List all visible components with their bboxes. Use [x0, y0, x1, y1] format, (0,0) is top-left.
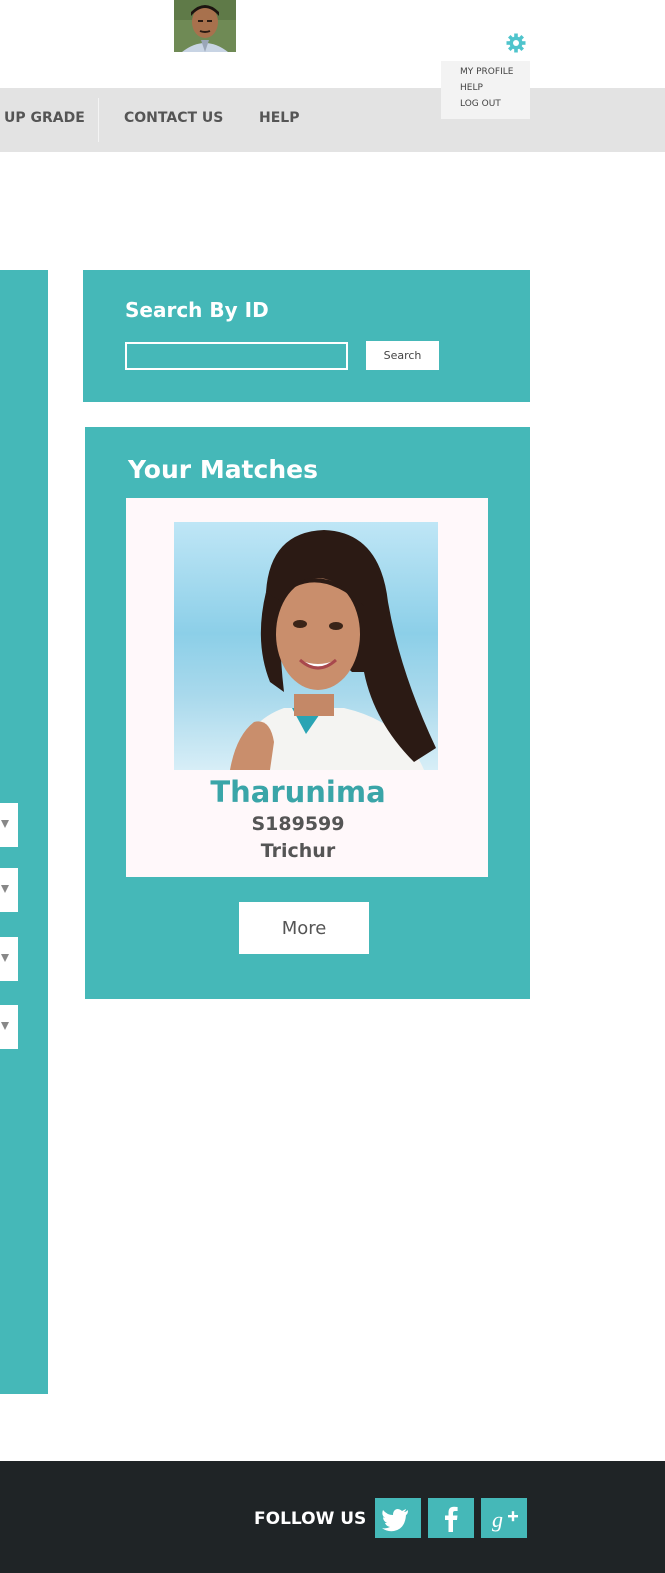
main-nav: UP GRADE CONTACT US HELP [0, 88, 665, 152]
search-button[interactable]: Search [366, 341, 439, 370]
match-city: Trichur [260, 840, 336, 862]
match-photo [174, 522, 438, 770]
nav-item-help[interactable]: HELP [259, 88, 299, 152]
facebook-button[interactable] [428, 1498, 474, 1538]
menu-item-help[interactable]: HELP [460, 83, 483, 93]
match-name: Tharunima [210, 775, 386, 809]
filter-select[interactable] [0, 803, 18, 847]
chevron-down-icon [1, 1022, 9, 1030]
menu-item-my-profile[interactable]: MY PROFILE [460, 67, 513, 77]
filter-select[interactable] [0, 1005, 18, 1049]
more-matches-button[interactable]: More [239, 902, 369, 954]
match-id: S189599 [251, 813, 345, 835]
your-matches-panel: Your Matches Tharunima S189599 Trichur M… [85, 427, 530, 999]
twitter-button[interactable] [375, 1498, 421, 1538]
chevron-down-icon [1, 820, 9, 828]
follow-us-label: FOLLOW US [254, 1509, 367, 1529]
filter-select[interactable] [0, 937, 18, 981]
svg-text:g: g [492, 1507, 503, 1532]
nav-item-upgrade[interactable]: UP GRADE [4, 88, 85, 152]
nav-item-contact-us[interactable]: CONTACT US [124, 88, 223, 152]
chevron-down-icon [1, 885, 9, 893]
user-avatar[interactable] [174, 0, 236, 52]
google-plus-button[interactable]: g [481, 1498, 527, 1538]
chevron-down-icon [1, 954, 9, 962]
twitter-icon [382, 1509, 408, 1532]
footer: FOLLOW US g [0, 1461, 665, 1573]
google-plus-icon: g [492, 1507, 518, 1532]
user-menu-dropdown: MY PROFILE HELP LOG OUT [441, 61, 530, 119]
match-card[interactable]: Tharunima S189599 Trichur [126, 498, 488, 877]
gear-icon[interactable] [506, 33, 526, 53]
facebook-icon [445, 1506, 458, 1532]
search-title: Search By ID [125, 298, 269, 322]
search-id-input[interactable] [125, 342, 348, 370]
search-by-id-panel: Search By ID Search [83, 270, 530, 402]
filter-select[interactable] [0, 868, 18, 912]
avatar-photo [174, 0, 236, 52]
matches-title: Your Matches [128, 455, 318, 484]
nav-divider [98, 98, 99, 142]
menu-item-log-out[interactable]: LOG OUT [460, 99, 501, 109]
filter-panel [0, 270, 48, 1394]
